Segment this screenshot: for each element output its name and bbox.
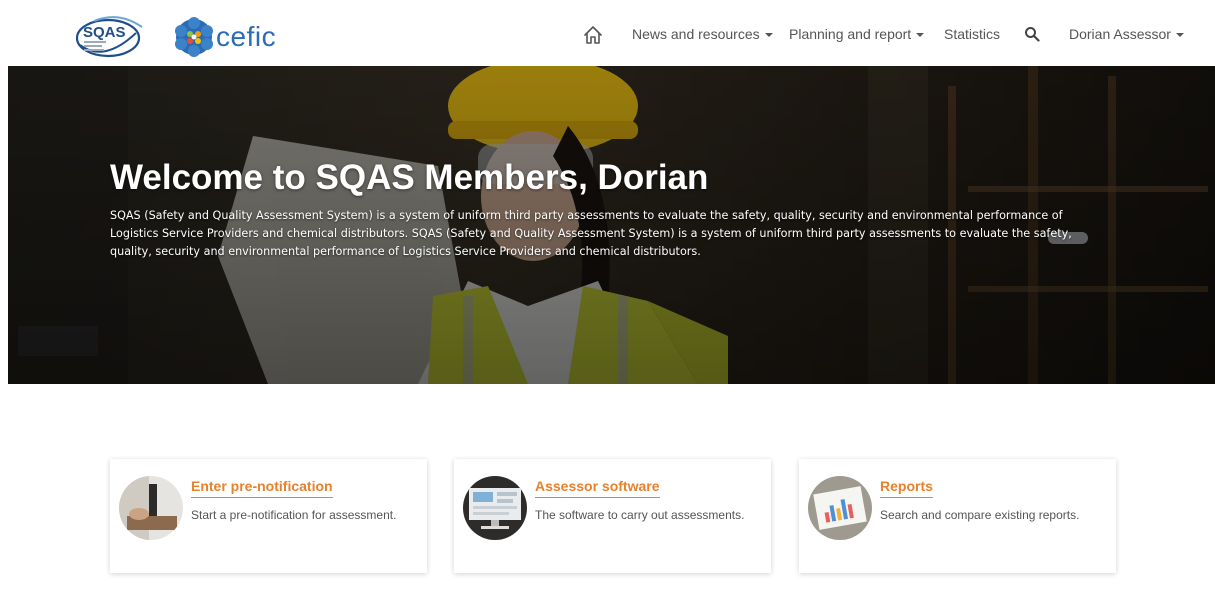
cefic-logo[interactable]: cefic <box>174 17 276 57</box>
nav-planning-and-report[interactable]: Planning and report <box>789 26 925 42</box>
site-header: SQAS cefic News and resources Planning a… <box>0 0 1215 66</box>
chevron-down-icon <box>764 33 773 38</box>
svg-text:SQAS: SQAS <box>83 24 126 41</box>
cefic-flower-icon <box>175 17 213 57</box>
nav-news-label: News and resources <box>632 26 760 42</box>
card-title[interactable]: Enter pre-notification <box>191 478 333 498</box>
card-title[interactable]: Reports <box>880 478 933 498</box>
nav-user-menu[interactable]: Dorian Assessor <box>1069 26 1184 42</box>
chevron-down-icon <box>1175 33 1184 38</box>
card-title[interactable]: Assessor software <box>535 478 660 498</box>
chevron-down-icon <box>916 33 925 38</box>
hero-title: Welcome to SQAS Members, Dorian <box>110 158 709 197</box>
nav-planning-label: Planning and report <box>789 26 912 42</box>
nav-statistics[interactable]: Statistics <box>944 26 1000 42</box>
cefic-logo-text: cefic <box>216 21 277 52</box>
assessor-software-thumbnail <box>463 476 527 540</box>
nav-news-and-resources[interactable]: News and resources <box>632 26 773 42</box>
reports-thumbnail <box>808 476 872 540</box>
card-enter-pre-notification[interactable]: Enter pre-notification Start a pre-notif… <box>110 459 427 573</box>
card-description: The software to carry out assessments. <box>535 508 745 522</box>
card-reports[interactable]: Reports Search and compare existing repo… <box>799 459 1116 573</box>
search-icon[interactable] <box>1024 26 1040 42</box>
pre-notification-thumbnail <box>119 476 183 540</box>
user-name: Dorian Assessor <box>1069 26 1171 42</box>
sqas-logo[interactable]: SQAS <box>74 13 146 59</box>
card-assessor-software[interactable]: Assessor software The software to carry … <box>454 459 771 573</box>
card-description: Search and compare existing reports. <box>880 508 1080 522</box>
card-description: Start a pre-notification for assessment. <box>191 508 397 522</box>
hero-description: SQAS (Safety and Quality Assessment Syst… <box>110 209 1072 258</box>
hero-banner: Welcome to SQAS Members, Dorian SQAS (Sa… <box>8 66 1215 384</box>
home-icon[interactable] <box>582 24 604 46</box>
